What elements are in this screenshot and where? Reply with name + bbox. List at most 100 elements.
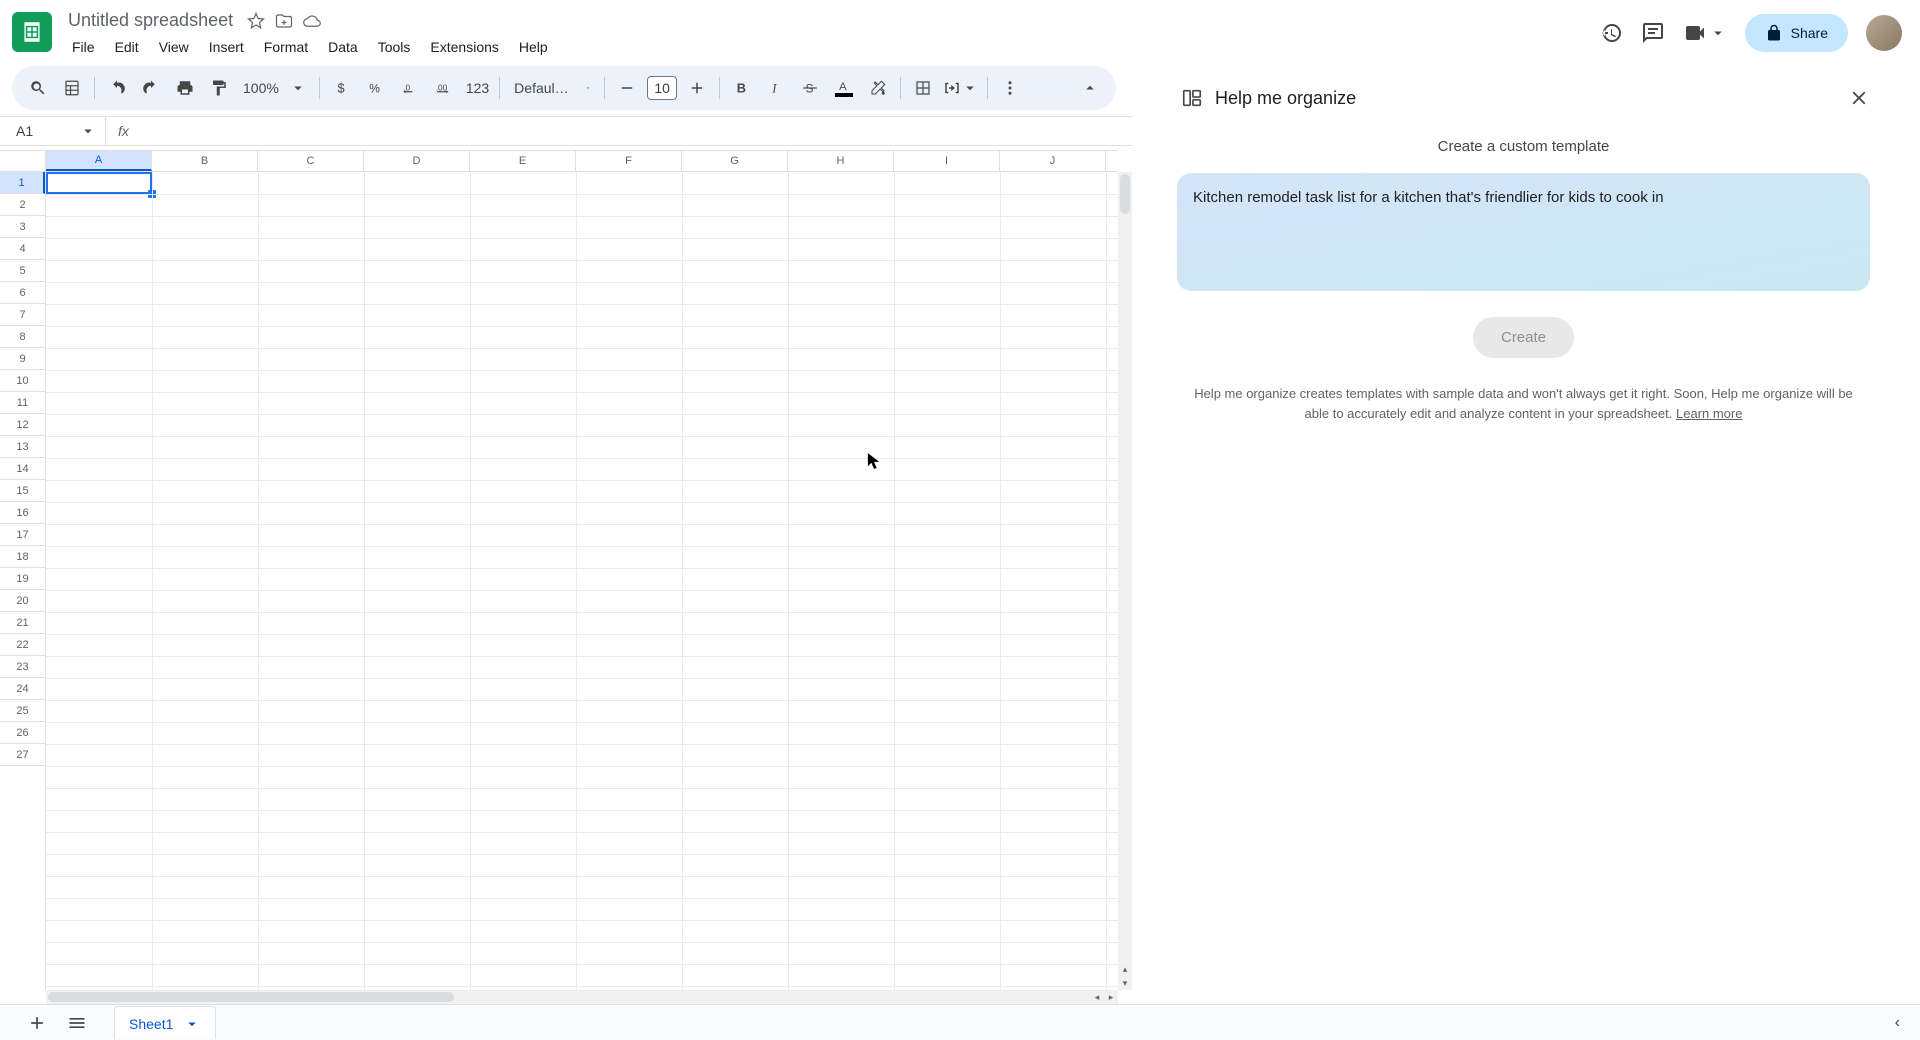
- row-header[interactable]: 12: [0, 414, 45, 436]
- decrease-font-button[interactable]: [611, 72, 643, 104]
- row-header[interactable]: 7: [0, 304, 45, 326]
- meet-button[interactable]: [1683, 21, 1727, 45]
- paint-format-button[interactable]: [203, 72, 235, 104]
- row-header[interactable]: 14: [0, 458, 45, 480]
- menu-help[interactable]: Help: [511, 35, 556, 59]
- increase-font-button[interactable]: [681, 72, 713, 104]
- more-toolbar-button[interactable]: [994, 72, 1026, 104]
- row-header[interactable]: 23: [0, 656, 45, 678]
- scroll-left-button[interactable]: ◂: [1090, 990, 1104, 1004]
- row-header[interactable]: 6: [0, 282, 45, 304]
- cells-canvas[interactable]: [46, 172, 1118, 990]
- row-header[interactable]: 21: [0, 612, 45, 634]
- bold-button[interactable]: B: [726, 72, 758, 104]
- all-sheets-button[interactable]: [64, 1010, 90, 1036]
- menu-edit[interactable]: Edit: [107, 35, 147, 59]
- row-header[interactable]: 16: [0, 502, 45, 524]
- fill-color-button[interactable]: [862, 72, 894, 104]
- column-header[interactable]: F: [576, 151, 682, 171]
- collapse-toolbar-button[interactable]: [1074, 72, 1106, 104]
- row-header[interactable]: 5: [0, 260, 45, 282]
- doc-title[interactable]: Untitled spreadsheet: [64, 8, 237, 33]
- search-menu-button[interactable]: [22, 72, 54, 104]
- column-header[interactable]: D: [364, 151, 470, 171]
- number-format-button[interactable]: 123: [462, 72, 493, 104]
- row-header[interactable]: 15: [0, 480, 45, 502]
- text-color-button[interactable]: A: [828, 72, 860, 104]
- column-header[interactable]: I: [894, 151, 1000, 171]
- currency-button[interactable]: $: [326, 72, 358, 104]
- column-header[interactable]: B: [152, 151, 258, 171]
- undo-button[interactable]: [101, 72, 133, 104]
- row-header[interactable]: 24: [0, 678, 45, 700]
- row-header[interactable]: 17: [0, 524, 45, 546]
- menu-format[interactable]: Format: [256, 35, 316, 59]
- merge-button[interactable]: [941, 72, 981, 104]
- scroll-down-button[interactable]: ▾: [1118, 976, 1132, 990]
- row-header[interactable]: 25: [0, 700, 45, 722]
- horizontal-scrollbar-thumb[interactable]: [48, 992, 454, 1002]
- menu-extensions[interactable]: Extensions: [422, 35, 506, 59]
- history-icon[interactable]: [1599, 21, 1623, 45]
- row-header[interactable]: 8: [0, 326, 45, 348]
- menu-view[interactable]: View: [151, 35, 197, 59]
- row-header[interactable]: 9: [0, 348, 45, 370]
- spreadsheet-grid[interactable]: ABCDEFGHIJ 12345678910111213141516171819…: [0, 150, 1132, 1004]
- menu-data[interactable]: Data: [320, 35, 366, 59]
- row-header[interactable]: 1: [0, 172, 45, 194]
- account-avatar[interactable]: [1866, 15, 1902, 51]
- menu-file[interactable]: File: [64, 35, 103, 59]
- zoom-select[interactable]: 100%: [237, 79, 313, 97]
- font-size-input[interactable]: 10: [647, 76, 677, 100]
- strikethrough-button[interactable]: S: [794, 72, 826, 104]
- sheets-menu-icon[interactable]: [56, 72, 88, 104]
- redo-button[interactable]: [135, 72, 167, 104]
- row-header[interactable]: 11: [0, 392, 45, 414]
- decrease-decimal-button[interactable]: .0: [394, 72, 426, 104]
- column-header[interactable]: A: [46, 151, 152, 171]
- prompt-textarea[interactable]: Kitchen remodel task list for a kitchen …: [1177, 173, 1870, 291]
- font-family-select[interactable]: Defaul…: [506, 79, 598, 97]
- row-header[interactable]: 20: [0, 590, 45, 612]
- row-headers[interactable]: 1234567891011121314151617181920212223242…: [0, 172, 46, 990]
- print-button[interactable]: [169, 72, 201, 104]
- borders-button[interactable]: [907, 72, 939, 104]
- sheet-tab[interactable]: Sheet1: [114, 1006, 216, 1039]
- column-headers[interactable]: ABCDEFGHIJ: [46, 150, 1118, 172]
- row-header[interactable]: 3: [0, 216, 45, 238]
- column-header[interactable]: H: [788, 151, 894, 171]
- italic-button[interactable]: I: [760, 72, 792, 104]
- column-header[interactable]: E: [470, 151, 576, 171]
- column-header[interactable]: C: [258, 151, 364, 171]
- scroll-up-button[interactable]: ▴: [1118, 962, 1132, 976]
- close-icon[interactable]: [1848, 87, 1870, 109]
- select-all-corner[interactable]: [0, 150, 46, 172]
- horizontal-scrollbar[interactable]: [46, 990, 1118, 1004]
- row-header[interactable]: 19: [0, 568, 45, 590]
- column-header[interactable]: J: [1000, 151, 1106, 171]
- menu-tools[interactable]: Tools: [370, 35, 419, 59]
- vertical-scrollbar[interactable]: [1118, 172, 1132, 990]
- comments-icon[interactable]: [1641, 21, 1665, 45]
- increase-decimal-button[interactable]: .00: [428, 72, 460, 104]
- create-button[interactable]: Create: [1473, 317, 1574, 358]
- star-icon[interactable]: [247, 12, 265, 30]
- cloud-status-icon[interactable]: [303, 12, 321, 30]
- row-header[interactable]: 13: [0, 436, 45, 458]
- move-folder-icon[interactable]: [275, 12, 293, 30]
- scroll-right-button[interactable]: ▸: [1104, 990, 1118, 1004]
- vertical-scrollbar-thumb[interactable]: [1120, 174, 1130, 214]
- column-header[interactable]: G: [682, 151, 788, 171]
- row-header[interactable]: 26: [0, 722, 45, 744]
- add-sheet-button[interactable]: [24, 1010, 50, 1036]
- active-cell[interactable]: [46, 172, 152, 194]
- percent-button[interactable]: %: [360, 72, 392, 104]
- learn-more-link[interactable]: Learn more: [1676, 406, 1742, 421]
- share-button[interactable]: Share: [1745, 14, 1848, 52]
- menu-insert[interactable]: Insert: [201, 35, 252, 59]
- side-panel-toggle[interactable]: ‹: [1895, 1014, 1900, 1032]
- row-header[interactable]: 4: [0, 238, 45, 260]
- row-header[interactable]: 10: [0, 370, 45, 392]
- row-header[interactable]: 22: [0, 634, 45, 656]
- row-header[interactable]: 27: [0, 744, 45, 766]
